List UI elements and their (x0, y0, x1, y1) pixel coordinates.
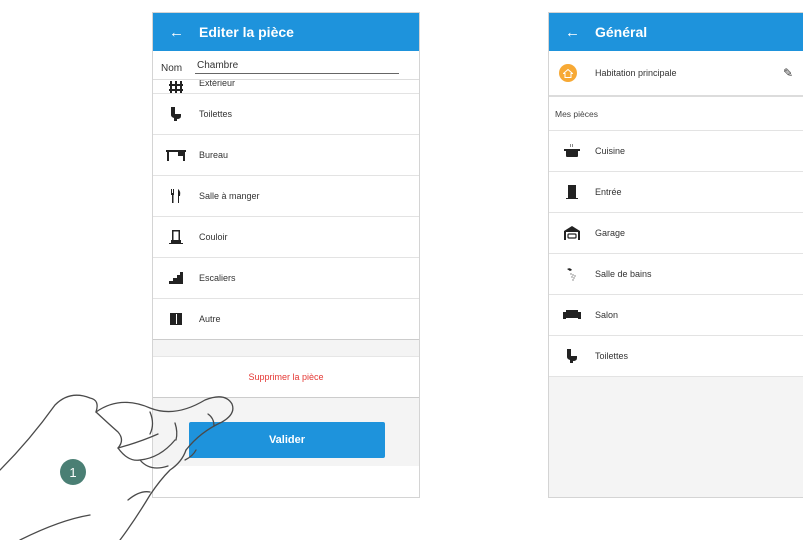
room-type-item-escaliers[interactable]: Escaliers (153, 258, 419, 299)
fence-icon (165, 80, 187, 93)
room-type-label: Salle à manger (199, 191, 260, 201)
home-label: Habitation principale (595, 68, 677, 78)
room-type-label: Extérieur (199, 80, 236, 88)
room-type-item-exterieur[interactable]: Extérieur (153, 80, 419, 94)
home-row[interactable]: Habitation principale ✎ (549, 51, 803, 97)
tapping-hand-icon (0, 394, 234, 540)
rooms-list: Cuisine Entrée Garage Salle de bains Sal… (549, 131, 803, 377)
room-type-label: Escaliers (199, 273, 236, 283)
room-label: Garage (595, 228, 626, 238)
back-arrow-icon[interactable]: ← (169, 24, 199, 41)
page-title: Editer la pièce (199, 24, 294, 40)
room-type-item-autre[interactable]: Autre (153, 299, 419, 340)
door-icon (561, 185, 583, 199)
page-title: Général (595, 24, 648, 40)
room-type-label: Toilettes (199, 109, 233, 119)
room-type-label: Autre (199, 314, 221, 324)
shower-icon (561, 267, 583, 281)
room-name-row: Nom Chambre (153, 51, 419, 79)
room-name-field[interactable]: Chambre (195, 60, 399, 74)
toilet-icon (165, 107, 187, 121)
room-label: Toilettes (595, 351, 629, 361)
room-label: Salle de bains (595, 269, 652, 279)
stairs-icon (165, 271, 187, 285)
room-type-label: Bureau (199, 150, 229, 160)
room-type-item-toilettes[interactable]: Toilettes (153, 94, 419, 135)
pencil-icon[interactable]: ✎ (783, 66, 795, 80)
app-bar: ← Général (549, 13, 803, 51)
room-label: Salon (595, 310, 619, 320)
room-type-item-couloir[interactable]: Couloir (153, 217, 419, 258)
step-number-badge: 1 (60, 459, 86, 485)
room-type-label: Couloir (199, 232, 228, 242)
room-item-garage[interactable]: Garage (549, 213, 803, 254)
house-icon (559, 64, 577, 82)
other-room-icon (165, 312, 187, 326)
toilet-icon (561, 349, 583, 363)
empty-area (549, 377, 803, 497)
room-label: Cuisine (595, 146, 626, 156)
room-item-toilettes[interactable]: Toilettes (549, 336, 803, 377)
sofa-icon (561, 308, 583, 322)
back-arrow-icon[interactable]: ← (565, 24, 595, 41)
room-item-entree[interactable]: Entrée (549, 172, 803, 213)
pot-icon (561, 144, 583, 158)
room-item-salon[interactable]: Salon (549, 295, 803, 336)
room-item-salle-de-bains[interactable]: Salle de bains (549, 254, 803, 295)
room-type-item-salle-a-manger[interactable]: Salle à manger (153, 176, 419, 217)
room-type-item-bureau[interactable]: Bureau (153, 135, 419, 176)
desk-icon (165, 148, 187, 162)
room-label: Entrée (595, 187, 622, 197)
room-type-list: Extérieur Toilettes Bureau Salle à mange… (153, 79, 419, 340)
section-title: Mes pièces (549, 97, 803, 131)
section-spacer (153, 340, 419, 356)
cutlery-icon (165, 189, 187, 203)
garage-icon (561, 226, 583, 240)
corridor-icon (165, 230, 187, 244)
general-screen: ← Général Habitation principale ✎ Mes pi… (548, 12, 803, 498)
app-bar: ← Editer la pièce (153, 13, 419, 51)
room-item-cuisine[interactable]: Cuisine (549, 131, 803, 172)
name-label: Nom (161, 63, 183, 74)
